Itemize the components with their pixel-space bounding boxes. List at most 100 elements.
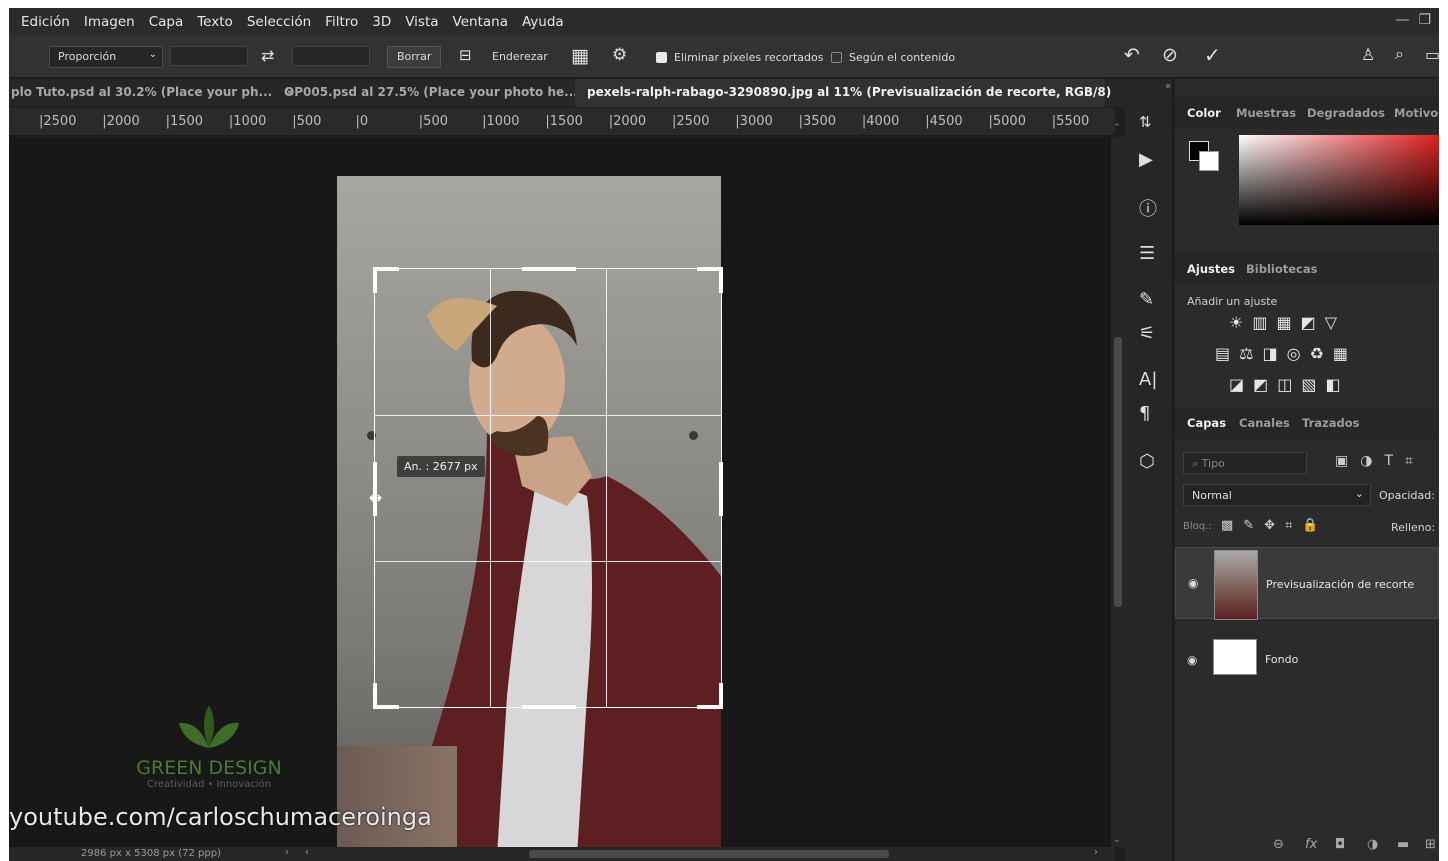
paragraph-icon[interactable]: ¶: [1139, 403, 1150, 424]
tab-label: OP005.psd al 27.5% (Place your photo he.…: [284, 85, 578, 99]
grid-overlay-icon[interactable]: ▦: [571, 45, 589, 67]
tab-tuto[interactable]: plo Tuto.psd al 30.2% (Place your ph... …: [9, 79, 294, 107]
menu-3d[interactable]: 3D: [372, 14, 391, 30]
layer-filter-input[interactable]: ⌕ Tipo: [1183, 452, 1307, 474]
color-panel-tabs: Color Muestras Degradados Motivos: [1175, 97, 1439, 129]
ruler-tick-label: |3500: [798, 114, 837, 129]
straighten-icon[interactable]: ⊟: [459, 46, 472, 64]
delete-pixels-checkbox[interactable]: [656, 52, 667, 63]
scroll-down-icon[interactable]: ⌄: [1113, 835, 1121, 845]
menu-seleccion[interactable]: Selección: [247, 14, 311, 30]
reset-icon[interactable]: ↶: [1124, 44, 1140, 66]
tab-trazados[interactable]: Trazados: [1302, 416, 1359, 430]
3d-cube-icon[interactable]: ⬡: [1139, 451, 1155, 472]
adjustment-row-1[interactable]: ☀▥▦◩▽: [1229, 313, 1346, 332]
menu-filtro[interactable]: Filtro: [325, 14, 358, 30]
adjustment-row-2[interactable]: ▤⚖◨◎♻▦: [1215, 344, 1357, 363]
commit-check-icon[interactable]: ✓: [1204, 43, 1221, 67]
crop-ratio-select[interactable]: Proporción ⌄: [49, 46, 163, 68]
color-picker-field[interactable]: [1239, 135, 1439, 225]
crop-handle-top[interactable]: [522, 267, 576, 271]
crop-handle-tr[interactable]: [719, 267, 723, 293]
status-menu-icon[interactable]: ›: [285, 847, 289, 858]
layer-name: Previsualización de recorte: [1266, 578, 1415, 591]
history-icon[interactable]: ⇅: [1139, 113, 1152, 131]
eye-icon[interactable]: ◉: [1187, 653, 1197, 667]
crop-width-input[interactable]: [170, 46, 248, 66]
brand-tagline: Creatividad • Innovación: [146, 779, 272, 790]
crop-box[interactable]: [373, 267, 723, 709]
crop-handle-bl[interactable]: [373, 683, 377, 709]
lock-icons[interactable]: ▩✎✥⌗🔒: [1221, 518, 1329, 533]
menu-ayuda[interactable]: Ayuda: [522, 14, 564, 30]
tab-muestras[interactable]: Muestras: [1236, 106, 1296, 120]
layer-row-crop-preview[interactable]: ◉ Previsualización de recorte: [1175, 547, 1439, 620]
opacity-label: Opacidad:: [1379, 489, 1435, 502]
link-icon[interactable]: ⊖: [1273, 837, 1284, 852]
adjustment-layer-icon[interactable]: ◑: [1367, 837, 1378, 852]
straighten-label[interactable]: Enderezar: [492, 50, 548, 63]
swap-icon[interactable]: ⇄: [261, 46, 274, 65]
crop-handle-tl[interactable]: [373, 267, 377, 293]
adjustments-panel-tabs: Ajustes Bibliotecas: [1175, 253, 1439, 285]
adjustment-row-3[interactable]: ◪◩◫▧◧: [1229, 375, 1350, 394]
resize-cursor-icon: ⇹: [369, 488, 383, 507]
tab-op005[interactable]: OP005.psd al 27.5% (Place your photo he.…: [275, 79, 600, 107]
workspace-icon[interactable]: ▭: [1425, 45, 1439, 64]
minimize-icon[interactable]: — ❐: [1396, 12, 1431, 28]
horizontal-scroll-thumb[interactable]: [529, 850, 889, 858]
actions-play-icon[interactable]: ▶: [1139, 149, 1153, 170]
layer-filter-icons[interactable]: ▣◑T⌗: [1335, 453, 1425, 469]
properties-icon[interactable]: ☰: [1139, 243, 1155, 264]
crop-handle-right[interactable]: [719, 462, 723, 516]
tab-bibliotecas[interactable]: Bibliotecas: [1246, 262, 1317, 276]
user-search-icon[interactable]: ♙: [1361, 45, 1375, 64]
menu-vista[interactable]: Vista: [405, 14, 438, 30]
scroll-right-icon[interactable]: ›: [1094, 847, 1098, 858]
scroll-left-icon[interactable]: ‹: [305, 847, 309, 858]
clear-button[interactable]: Borrar: [387, 46, 442, 68]
gear-icon[interactable]: ⚙: [612, 45, 627, 65]
vertical-scroll-thumb[interactable]: [1114, 337, 1122, 607]
tab-color[interactable]: Color: [1187, 106, 1221, 120]
layer-row-fondo[interactable]: ◉ Fondo: [1175, 627, 1439, 699]
mask-icon[interactable]: ◘: [1335, 837, 1345, 852]
blend-mode-select[interactable]: Normal ⌄: [1183, 484, 1371, 506]
tab-ajustes[interactable]: Ajustes: [1187, 262, 1235, 276]
search-icon[interactable]: ⌕: [1395, 44, 1404, 64]
menu-edicion[interactable]: Edición: [21, 14, 70, 30]
brush-presets-icon[interactable]: ⚟: [1139, 323, 1155, 344]
background-color-swatch[interactable]: [1199, 151, 1219, 171]
eye-icon[interactable]: ◉: [1188, 576, 1198, 590]
tab-label: pexels-ralph-rabago-3290890.jpg al 11% (…: [587, 85, 1112, 99]
collapse-icon[interactable]: «: [1165, 81, 1171, 92]
crop-height-input[interactable]: [292, 46, 370, 66]
arm-area: [337, 746, 457, 856]
scroll-up-icon[interactable]: ⌃: [1113, 123, 1121, 133]
ruler-tick-label: |0: [355, 114, 369, 129]
document-size: 2986 px x 5308 px (72 ppp): [81, 848, 221, 859]
content-aware-checkbox[interactable]: [831, 52, 842, 63]
tab-motivos[interactable]: Motivos: [1394, 106, 1439, 120]
tab-pexels[interactable]: pexels-ralph-rabago-3290890.jpg al 11% (…: [575, 79, 1133, 107]
folder-icon[interactable]: ▬: [1397, 837, 1409, 852]
brush-settings-icon[interactable]: ✎: [1139, 289, 1154, 310]
crop-handle-bottom[interactable]: [522, 705, 576, 709]
crop-handle-br[interactable]: [719, 683, 723, 709]
menu-ventana[interactable]: Ventana: [453, 14, 508, 30]
new-layer-icon[interactable]: ⊞: [1425, 837, 1436, 852]
vertical-scrollbar[interactable]: ⌃ ⌄: [1111, 123, 1125, 847]
ruler-tick-label: |1500: [545, 114, 583, 129]
character-icon[interactable]: A|: [1139, 369, 1157, 390]
info-icon[interactable]: ⓘ: [1139, 195, 1157, 221]
menu-imagen[interactable]: Imagen: [84, 14, 135, 30]
menu-texto[interactable]: Texto: [197, 14, 233, 30]
tab-canales[interactable]: Canales: [1239, 416, 1290, 430]
lock-label: Bloq.:: [1183, 521, 1212, 532]
menu-capa[interactable]: Capa: [149, 14, 184, 30]
cancel-icon[interactable]: ⊘: [1162, 44, 1178, 66]
fx-icon[interactable]: fx: [1305, 837, 1317, 852]
tab-degradados[interactable]: Degradados: [1307, 106, 1385, 120]
crop-ratio-value: Proporción: [58, 50, 117, 63]
tab-capas[interactable]: Capas: [1187, 416, 1226, 430]
